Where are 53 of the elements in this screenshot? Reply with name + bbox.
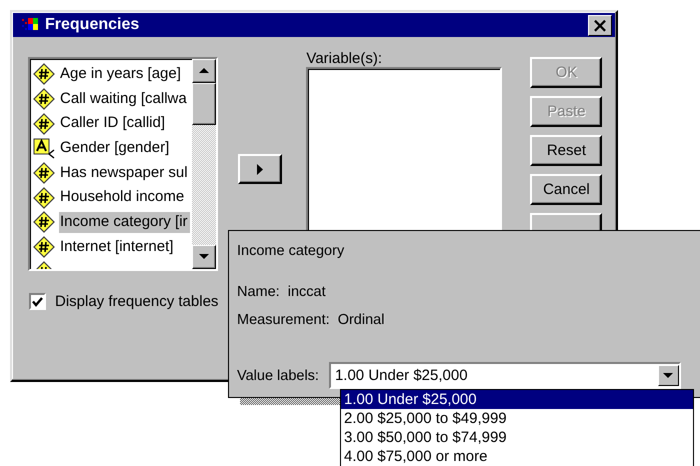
name-value: inccat — [288, 283, 326, 302]
dialog-button[interactable]: Cancel — [530, 174, 602, 205]
value-labels-dropdown[interactable]: 1.00 Under $25,000 — [328, 362, 681, 389]
variable-name: Age in years [age] — [59, 64, 182, 84]
dropdown-option[interactable]: 4.00 $75,000 or more — [341, 447, 693, 466]
close-button[interactable]: × — [588, 14, 612, 36]
variable-name: Household income — [59, 187, 186, 208]
scale-variable-icon — [33, 186, 55, 209]
check-icon — [32, 296, 43, 306]
scrollbar[interactable] — [192, 59, 216, 269]
dropdown-option[interactable]: 1.00 Under $25,000 — [341, 390, 693, 409]
measurement-value: Ordinal — [338, 311, 384, 330]
scale-variable-icon — [33, 236, 55, 258]
list-item[interactable]: Income category [ir — [33, 210, 192, 235]
variable-name: Call waiting [callwa — [59, 88, 188, 109]
variables-label: Variable(s): — [306, 51, 384, 67]
variable-name: Caller ID [callid] — [59, 113, 166, 134]
scale-variable-icon — [33, 88, 55, 110]
scroll-up-button[interactable] — [192, 59, 216, 83]
checkbox-label: Display frequency tables — [55, 293, 218, 310]
name-label: Name: — [237, 283, 280, 302]
value-labels-label: Value labels: — [237, 368, 319, 384]
list-item[interactable]: Has newspaper sul — [33, 160, 192, 186]
down-arrow-icon — [663, 372, 674, 378]
up-arrow-icon — [199, 68, 209, 74]
list-item[interactable]: Household income — [33, 185, 192, 210]
dropdown-button[interactable] — [658, 365, 679, 386]
list-item[interactable]: Internet [internet] — [33, 234, 192, 260]
list-item[interactable]: Age in years [age] — [33, 62, 192, 87]
right-arrow-icon — [257, 164, 264, 174]
nominal-variable-icon — [33, 137, 55, 160]
variable-name: Internet [internet] — [59, 236, 174, 257]
list-item[interactable]: Gender [gender] — [33, 136, 192, 161]
list-item[interactable]: Call waiting [callwa — [33, 86, 192, 112]
list-item[interactable]: Caller ID [callid] — [33, 111, 192, 136]
variable-label: Income category — [237, 242, 346, 261]
window-title: Frequencies — [45, 16, 140, 34]
scale-variable-icon — [33, 162, 55, 184]
dialog-button[interactable]: Reset — [530, 135, 602, 166]
dropdown-option[interactable]: 2.00 $25,000 to $49,999 — [341, 409, 693, 428]
measurement-label: Measurement: — [237, 311, 330, 330]
scroll-thumb[interactable] — [192, 83, 216, 125]
dropdown-option[interactable]: 3.00 $50,000 to $74,999 — [341, 428, 693, 447]
scroll-down-button[interactable] — [192, 245, 216, 269]
down-arrow-icon — [199, 254, 209, 260]
variable-name: Has newspaper sul — [59, 162, 189, 183]
variable-name: Income category [ir — [59, 212, 190, 233]
variable-name: Gender [gender] — [59, 138, 170, 158]
scale-variable-icon — [33, 211, 55, 234]
checkbox[interactable] — [29, 293, 46, 310]
scale-variable-icon — [33, 63, 55, 86]
scale-variable-icon — [33, 112, 55, 135]
move-button[interactable] — [238, 154, 282, 184]
